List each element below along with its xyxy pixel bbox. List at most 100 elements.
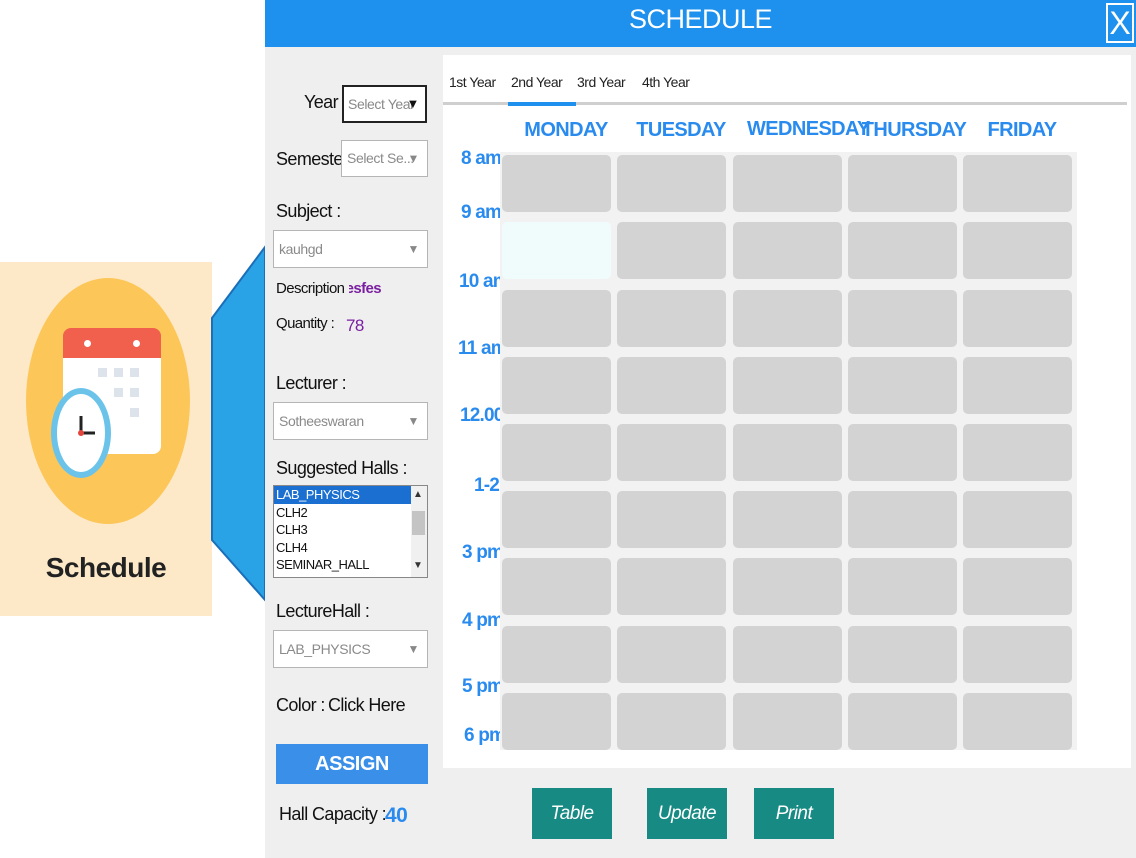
- suggested-halls-label: Suggested Halls :: [276, 458, 407, 478]
- tab-2nd-year[interactable]: 2nd Year: [511, 74, 563, 90]
- calendar-ring: [133, 340, 140, 347]
- time-label: 6 pm: [464, 725, 506, 746]
- quantity-value: 78: [346, 316, 364, 335]
- timetable-slot[interactable]: [617, 222, 726, 279]
- year-label: Year :: [304, 92, 347, 112]
- list-scrollbar[interactable]: ▲ ▼: [411, 486, 427, 577]
- timetable-slot[interactable]: [617, 693, 726, 750]
- chevron-down-icon: ▼: [407, 242, 420, 256]
- day-header-friday: FRIDAY: [987, 119, 1057, 141]
- timetable-slot[interactable]: [963, 693, 1072, 750]
- timetable-slot[interactable]: [733, 155, 842, 212]
- timetable-slot[interactable]: [733, 424, 842, 481]
- print-button[interactable]: Print: [754, 788, 834, 839]
- timetable-slot[interactable]: [617, 155, 726, 212]
- timetable-slot[interactable]: [502, 491, 611, 548]
- timetable-slot[interactable]: [617, 424, 726, 481]
- day-header-monday: MONDAY: [524, 119, 608, 141]
- description-value: esfes: [349, 280, 381, 297]
- timetable-slot[interactable]: [502, 155, 611, 212]
- lecturer-select[interactable]: Sotheeswaran ▼: [273, 402, 428, 440]
- timetable-slot[interactable]: [733, 626, 842, 683]
- day-header-thursday: THURSDAY: [861, 119, 967, 141]
- close-button[interactable]: X: [1106, 3, 1134, 43]
- timetable-slot[interactable]: [963, 424, 1072, 481]
- year-select[interactable]: Select Year ▼: [342, 85, 427, 123]
- table-button[interactable]: Table: [532, 788, 612, 839]
- timetable-slot[interactable]: [733, 558, 842, 615]
- tab-1st-year[interactable]: 1st Year: [449, 74, 496, 90]
- time-label: 8 am: [461, 148, 502, 169]
- list-item[interactable]: CLH3: [274, 521, 427, 539]
- tab-4th-year[interactable]: 4th Year: [642, 74, 690, 90]
- time-label: 10 am: [459, 271, 500, 292]
- hall-capacity-value: 40: [385, 804, 408, 827]
- timetable-slot[interactable]: [963, 626, 1072, 683]
- lecture-hall-select-value: LAB_PHYSICS: [279, 641, 371, 657]
- color-picker-link[interactable]: Click Here: [328, 695, 406, 716]
- timetable-slot[interactable]: [617, 558, 726, 615]
- timetable-slot[interactable]: [502, 558, 611, 615]
- calendar-cell: [130, 368, 139, 377]
- assign-button[interactable]: ASSIGN: [276, 744, 428, 784]
- subject-select[interactable]: kauhgd ▼: [273, 230, 428, 268]
- suggested-halls-list[interactable]: LAB_PHYSICS CLH2 CLH3 CLH4 SEMINAR_HALL …: [273, 485, 428, 578]
- timetable-slot[interactable]: [502, 626, 611, 683]
- quantity-label: Quantity :: [276, 315, 335, 332]
- timetable-slot[interactable]: [848, 155, 957, 212]
- timetable-slot[interactable]: [848, 424, 957, 481]
- timetable-slot[interactable]: [848, 558, 957, 615]
- scroll-thumb[interactable]: [412, 511, 425, 535]
- timetable-slot[interactable]: [848, 290, 957, 347]
- timetable-slot[interactable]: [733, 222, 842, 279]
- chevron-down-icon: ▼: [406, 96, 420, 111]
- timetable-slot[interactable]: [848, 222, 957, 279]
- timetable-slot[interactable]: [963, 491, 1072, 548]
- calendar-ring: [84, 340, 91, 347]
- chevron-down-icon: ▼: [407, 642, 420, 656]
- color-label: Color :: [276, 695, 325, 715]
- scroll-up-icon[interactable]: ▲: [413, 489, 423, 500]
- semester-select[interactable]: Select Se... ▼: [341, 140, 428, 177]
- tab-3rd-year[interactable]: 3rd Year: [577, 74, 626, 90]
- hall-capacity-label: Hall Capacity :: [279, 804, 387, 824]
- timetable-slot[interactable]: [617, 626, 726, 683]
- timetable-slot[interactable]: [733, 491, 842, 548]
- timetable-slot[interactable]: [963, 357, 1072, 414]
- lecturer-select-value: Sotheeswaran: [279, 413, 364, 429]
- chevron-down-icon: ▼: [407, 414, 420, 428]
- timetable-slot[interactable]: [502, 222, 611, 279]
- list-item[interactable]: CLH2: [274, 504, 427, 522]
- timetable-slot[interactable]: [502, 357, 611, 414]
- timetable-slot[interactable]: [963, 290, 1072, 347]
- calendar-cell: [130, 388, 139, 397]
- scroll-down-icon[interactable]: ▼: [413, 560, 423, 571]
- update-button[interactable]: Update: [647, 788, 727, 839]
- timetable-slot[interactable]: [733, 693, 842, 750]
- timetable-slot[interactable]: [848, 626, 957, 683]
- time-label: 5 pm: [462, 676, 504, 697]
- timetable-slot[interactable]: [502, 290, 611, 347]
- calendar-header: [63, 328, 161, 358]
- list-item[interactable]: SEMINAR_HALL: [274, 556, 427, 574]
- window-title: SCHEDULE: [628, 4, 773, 34]
- timetable-slot[interactable]: [848, 357, 957, 414]
- timetable-slot[interactable]: [617, 491, 726, 548]
- lecture-hall-select[interactable]: LAB_PHYSICS ▼: [273, 630, 428, 668]
- list-item[interactable]: CLH4: [274, 539, 427, 557]
- list-item[interactable]: LAB_PHYSICS: [274, 486, 412, 504]
- time-label: 11 am: [458, 338, 500, 359]
- timetable-slot[interactable]: [848, 693, 957, 750]
- timetable-slot[interactable]: [963, 222, 1072, 279]
- calendar-cell: [130, 408, 139, 417]
- lecture-hall-label: LectureHall :: [276, 601, 370, 621]
- timetable-slot[interactable]: [617, 290, 726, 347]
- timetable-slot[interactable]: [733, 290, 842, 347]
- timetable-slot[interactable]: [963, 558, 1072, 615]
- timetable-slot[interactable]: [502, 693, 611, 750]
- timetable-slot[interactable]: [848, 491, 957, 548]
- timetable-slot[interactable]: [502, 424, 611, 481]
- timetable-slot[interactable]: [963, 155, 1072, 212]
- timetable-slot[interactable]: [733, 357, 842, 414]
- timetable-slot[interactable]: [617, 357, 726, 414]
